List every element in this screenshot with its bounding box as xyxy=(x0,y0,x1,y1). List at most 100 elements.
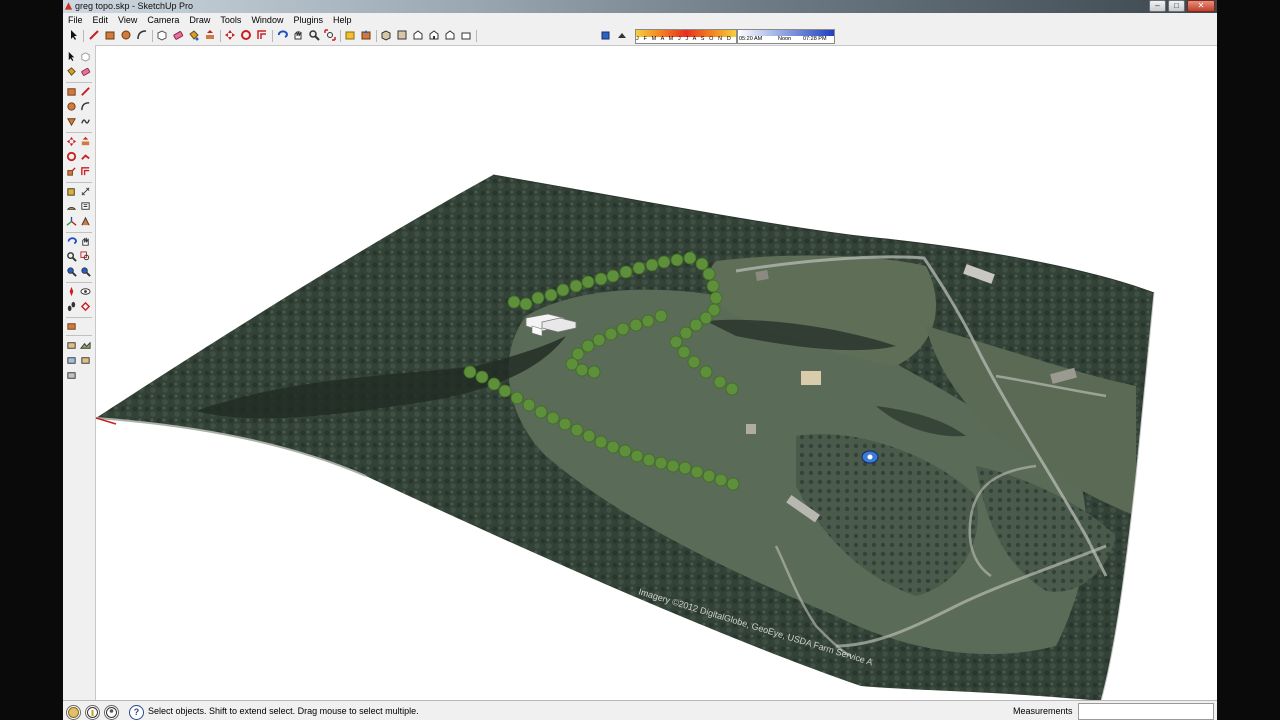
measurements-input[interactable] xyxy=(1078,703,1214,720)
menu-plugins[interactable]: Plugins xyxy=(288,13,328,27)
maximize-button[interactable]: □ xyxy=(1168,0,1185,12)
zoom-icon[interactable] xyxy=(66,251,77,262)
month-labels: J F M A M J J A S O N D xyxy=(636,36,733,42)
offset-icon[interactable] xyxy=(80,166,91,177)
circle-icon[interactable] xyxy=(66,101,77,112)
make-component-icon[interactable] xyxy=(80,51,91,62)
menu-window[interactable]: Window xyxy=(246,13,288,27)
time-start-label: 05:20 AM xyxy=(739,36,763,42)
pan-icon[interactable] xyxy=(292,29,304,41)
arc-icon[interactable] xyxy=(136,29,148,41)
left-view-icon[interactable] xyxy=(460,29,472,41)
rotate-icon[interactable] xyxy=(66,151,77,162)
sketchup-app-icon[interactable] xyxy=(64,1,73,11)
iso-view-icon[interactable] xyxy=(380,29,392,41)
photo-textures-icon[interactable] xyxy=(66,355,77,366)
text-icon[interactable] xyxy=(80,201,91,212)
sandbox-icon[interactable] xyxy=(66,321,77,332)
move-icon[interactable] xyxy=(224,29,236,41)
scale-icon[interactable] xyxy=(66,166,77,177)
axes-icon[interactable] xyxy=(66,216,77,227)
credits-icon[interactable] xyxy=(85,705,100,720)
offset-icon[interactable] xyxy=(256,29,268,41)
3d-text-icon[interactable] xyxy=(80,216,91,227)
look-around-icon[interactable] xyxy=(80,286,91,297)
menu-tools[interactable]: Tools xyxy=(215,13,246,27)
polygon-icon[interactable] xyxy=(66,116,77,127)
rotate-icon[interactable] xyxy=(240,29,252,41)
geo-location-icon[interactable] xyxy=(66,705,81,720)
shadow-settings-icon[interactable] xyxy=(600,29,612,41)
user-icon[interactable] xyxy=(104,705,119,720)
toggle-terrain-icon[interactable] xyxy=(80,340,91,351)
shadow-time-slider[interactable]: 05:20 AM Noon 07:28 PM xyxy=(737,29,835,44)
large-tool-set xyxy=(63,45,96,700)
screen-bezel-left xyxy=(0,0,63,720)
make-component-icon[interactable] xyxy=(156,29,168,41)
orbit-icon[interactable] xyxy=(66,236,77,247)
paint-bucket-icon[interactable] xyxy=(188,29,200,41)
close-button[interactable]: ✕ xyxy=(1187,0,1215,12)
share-model-icon[interactable] xyxy=(66,370,77,381)
select-icon[interactable] xyxy=(66,51,77,62)
section-plane-icon[interactable] xyxy=(80,301,91,312)
toolbar-separator xyxy=(83,30,84,42)
display-shadows-icon[interactable] xyxy=(616,29,628,41)
toolbar-separator xyxy=(66,132,92,133)
tape-measure-icon[interactable] xyxy=(66,186,77,197)
protractor-icon[interactable] xyxy=(66,201,77,212)
zoom-extents-icon[interactable] xyxy=(324,29,336,41)
help-icon[interactable]: ? xyxy=(129,705,144,720)
line-icon[interactable] xyxy=(88,29,100,41)
shadow-month-slider[interactable]: J F M A M J J A S O N D xyxy=(635,29,737,44)
menu-help[interactable]: Help xyxy=(328,13,357,27)
select-icon[interactable] xyxy=(68,29,80,41)
move-icon[interactable] xyxy=(66,136,77,147)
window-title: greg topo.skp - SketchUp Pro xyxy=(75,1,194,11)
previous-view-icon[interactable] xyxy=(80,266,91,277)
back-view-icon[interactable] xyxy=(444,29,456,41)
toolbar-separator xyxy=(272,30,273,42)
front-view-icon[interactable] xyxy=(412,29,424,41)
add-location-icon[interactable] xyxy=(66,340,77,351)
drawing-viewport[interactable]: Imagery ©2012 DigitalGlobe, GeoEye, USDA… xyxy=(96,46,1217,700)
toolbar-separator xyxy=(66,335,92,336)
top-view-icon[interactable] xyxy=(396,29,408,41)
menu-view[interactable]: View xyxy=(113,13,142,27)
zoom-window-icon[interactable] xyxy=(80,251,91,262)
follow-me-icon[interactable] xyxy=(80,151,91,162)
arc-icon[interactable] xyxy=(80,101,91,112)
menu-file[interactable]: File xyxy=(63,13,88,27)
zoom-icon[interactable] xyxy=(308,29,320,41)
menu-edit[interactable]: Edit xyxy=(88,13,114,27)
toolbar-separator xyxy=(376,30,377,42)
status-bar: ? Select objects. Shift to extend select… xyxy=(63,700,1217,720)
share-model-icon[interactable] xyxy=(360,29,372,41)
paint-bucket-icon[interactable] xyxy=(66,66,77,77)
right-view-icon[interactable] xyxy=(428,29,440,41)
menu-camera[interactable]: Camera xyxy=(142,13,184,27)
rectangle-icon[interactable] xyxy=(66,86,77,97)
eraser-icon[interactable] xyxy=(172,29,184,41)
zoom-extents-icon[interactable] xyxy=(66,266,77,277)
eraser-icon[interactable] xyxy=(80,66,91,77)
toolbar-separator xyxy=(220,30,221,42)
get-models-icon[interactable] xyxy=(344,29,356,41)
line-icon[interactable] xyxy=(80,86,91,97)
push-pull-icon[interactable] xyxy=(204,29,216,41)
pan-icon[interactable] xyxy=(80,236,91,247)
walk-icon[interactable] xyxy=(66,301,77,312)
main-toolbar: J F M A M J J A S O N D 05:20 AM Noon 07… xyxy=(63,27,1217,46)
sketchup-window: greg topo.skp - SketchUp Pro – □ ✕ File … xyxy=(63,0,1217,720)
position-camera-icon[interactable] xyxy=(66,286,77,297)
dimension-icon[interactable] xyxy=(80,186,91,197)
circle-icon[interactable] xyxy=(120,29,132,41)
freehand-icon[interactable] xyxy=(80,116,91,127)
orbit-icon[interactable] xyxy=(276,29,288,41)
rectangle-icon[interactable] xyxy=(104,29,116,41)
status-message: Select objects. Shift to extend select. … xyxy=(148,706,419,716)
get-models-icon[interactable] xyxy=(80,355,91,366)
menu-draw[interactable]: Draw xyxy=(184,13,215,27)
minimize-button[interactable]: – xyxy=(1149,0,1166,12)
push-pull-icon[interactable] xyxy=(80,136,91,147)
